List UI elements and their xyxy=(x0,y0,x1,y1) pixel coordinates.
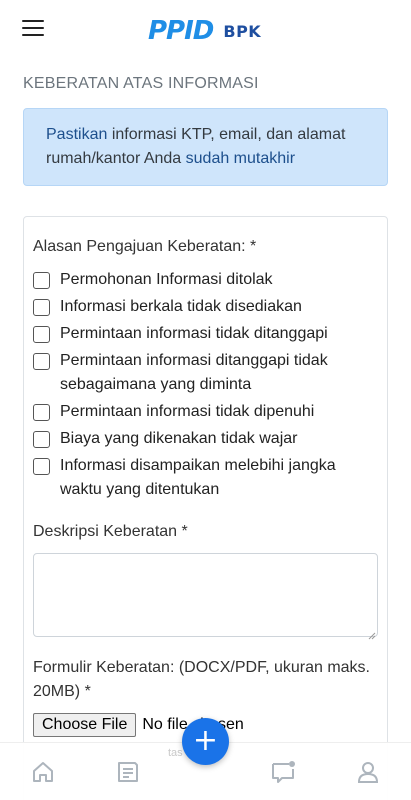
reason-option[interactable]: Permohonan Informasi ditolak xyxy=(33,268,378,292)
reason-option[interactable]: Biaya yang dikenakan tidak wajar xyxy=(33,427,378,451)
checkbox[interactable] xyxy=(33,431,50,448)
logo-mark: PPID xyxy=(148,16,214,46)
reason-option[interactable]: Informasi berkala tidak disediakan xyxy=(33,295,378,319)
chat-notification-icon[interactable] xyxy=(270,759,296,785)
checkbox[interactable] xyxy=(33,353,50,370)
home-icon[interactable] xyxy=(30,759,56,785)
reason-option[interactable]: Informasi disampaikan melebihi jangka wa… xyxy=(33,454,378,502)
top-app-bar: PPID BPK xyxy=(0,0,411,60)
resize-handle-icon[interactable] xyxy=(368,627,376,640)
checkbox[interactable] xyxy=(33,458,50,475)
reason-option[interactable]: Permintaan informasi ditanggapi tidak se… xyxy=(33,349,378,397)
reason-option[interactable]: Permintaan informasi tidak ditanggapi xyxy=(33,322,378,346)
nav-hint-text: tas xyxy=(168,747,183,759)
description-label: Deskripsi Keberatan * xyxy=(33,523,188,540)
reason-option[interactable]: Permintaan informasi tidak dipenuhi xyxy=(33,400,378,424)
document-icon[interactable] xyxy=(115,759,141,785)
alert-highlight-end: sudah mutakhir xyxy=(185,150,296,167)
reason-label: Permintaan informasi ditanggapi tidak se… xyxy=(60,352,328,393)
profile-icon[interactable] xyxy=(355,759,381,785)
description-textarea[interactable] xyxy=(33,553,378,637)
reason-label: Biaya yang dikenakan tidak wajar xyxy=(60,430,298,447)
page-title: KEBERATAN ATAS INFORMASI xyxy=(23,75,259,92)
ppid-bpk-logo: PPID BPK xyxy=(148,14,261,48)
checkbox[interactable] xyxy=(33,326,50,343)
alert-highlight-start: Pastikan xyxy=(46,126,108,143)
reason-label: Permohonan Informasi ditolak xyxy=(60,271,273,288)
reasons-label: Alasan Pengajuan Keberatan: * xyxy=(33,238,257,255)
checkbox[interactable] xyxy=(33,299,50,316)
hamburger-menu-icon[interactable] xyxy=(22,20,44,38)
plus-icon: + xyxy=(192,722,219,758)
choose-file-button[interactable]: Choose File xyxy=(33,713,137,737)
logo-subtitle: BPK xyxy=(223,21,262,41)
checkbox[interactable] xyxy=(33,272,50,289)
reason-label: Informasi disampaikan melebihi jangka wa… xyxy=(60,457,336,498)
reason-label: Permintaan informasi tidak dipenuhi xyxy=(60,403,315,420)
reason-label: Permintaan informasi tidak ditanggapi xyxy=(60,325,328,342)
reason-label: Informasi berkala tidak disediakan xyxy=(60,298,302,315)
add-fab-button[interactable]: + xyxy=(182,718,229,765)
reasons-checklist: Permohonan Informasi ditolak Informasi b… xyxy=(33,268,378,505)
info-alert: Pastikan informasi KTP, email, dan alama… xyxy=(23,108,388,186)
checkbox[interactable] xyxy=(33,404,50,421)
file-label: Formulir Keberatan: (DOCX/PDF, ukuran ma… xyxy=(33,659,370,700)
